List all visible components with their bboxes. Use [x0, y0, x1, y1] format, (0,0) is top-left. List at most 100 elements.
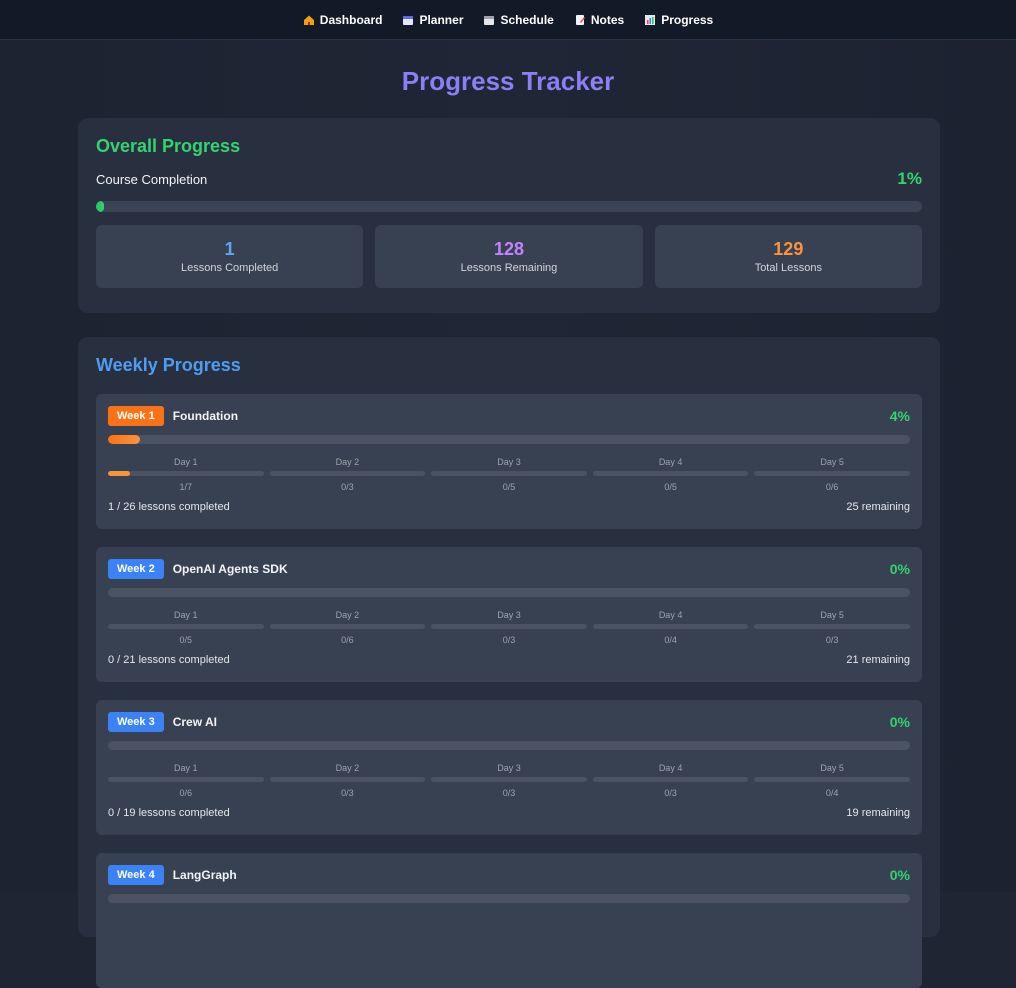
- nav-schedule[interactable]: Schedule: [483, 12, 554, 27]
- week-list: Week 1 Foundation 4% Day 1 1/7 Day 2 0/3 Day 3 0…: [96, 394, 922, 988]
- day-progress-bar: [431, 777, 587, 782]
- day-count: 0/3: [825, 635, 839, 645]
- week-remaining-text: 19 remaining: [846, 807, 910, 819]
- nav-schedule-label: Schedule: [500, 12, 554, 27]
- week-badge: Week 3: [108, 712, 164, 732]
- week-header: Week 2 OpenAI Agents SDK 0%: [108, 559, 910, 579]
- day-label: Day 2: [335, 610, 360, 620]
- day-list: Day 1 0/5 Day 2 0/6 Day 3 0/3 Day 4 0/4 Day 5 0/3: [108, 610, 910, 645]
- day-progress-bar: [108, 777, 264, 782]
- day-label: Day 4: [658, 763, 683, 773]
- nav-progress-label: Progress: [661, 12, 714, 27]
- week-percent: 0%: [889, 714, 910, 730]
- stat-value: 1: [224, 239, 235, 259]
- memo-icon: [574, 14, 586, 26]
- week-footer: 0 / 19 lessons completed 19 remaining: [108, 807, 910, 819]
- day-progress-bar: [592, 624, 749, 629]
- day-label: Day 3: [497, 610, 521, 620]
- day-count: 1/7: [179, 482, 193, 492]
- day-count: 0/5: [179, 635, 193, 645]
- week-header: Week 1 Foundation 4%: [108, 406, 910, 426]
- day-item: Day 5 0/4: [754, 763, 910, 798]
- course-completion-bar: [96, 201, 922, 212]
- day-count: 0/4: [664, 635, 677, 645]
- day-list: Day 1 1/7 Day 2 0/3 Day 3 0/5 Day 4 0/5 Day 5 0/6: [108, 457, 910, 492]
- day-label: Day 1: [174, 763, 198, 773]
- week-name: LangGraph: [172, 868, 237, 882]
- course-completion-bar-fill: [96, 201, 105, 212]
- week-name: OpenAI Agents SDK: [172, 562, 288, 576]
- day-progress-bar: [269, 471, 426, 476]
- week-card[interactable]: Week 3 Crew AI 0% Day 1 0/6 Day 2 0/3 Day 3 0/3 D…: [96, 700, 922, 835]
- day-label: Day 5: [820, 610, 844, 620]
- week-progress-bar: [108, 588, 910, 597]
- day-label: Day 3: [497, 763, 521, 773]
- stat-label: Lessons Completed: [181, 262, 279, 274]
- day-label: Day 5: [820, 763, 844, 773]
- week-header: Week 3 Crew AI 0%: [108, 712, 910, 732]
- day-label: Day 1: [174, 610, 198, 620]
- week-card[interactable]: Week 1 Foundation 4% Day 1 1/7 Day 2 0/3 Day 3 0…: [96, 394, 922, 529]
- calendar-icon: [402, 14, 414, 26]
- course-completion-label: Course Completion: [96, 171, 208, 187]
- stat-label: Total Lessons: [754, 262, 822, 274]
- nav-notes-label: Notes: [590, 12, 625, 27]
- day-label: Day 2: [335, 457, 360, 467]
- overall-progress-card: Overall Progress Course Completion 1% 1 …: [78, 118, 940, 313]
- stat-lessons-remaining: 128 Lessons Remaining: [375, 225, 643, 288]
- week-badge: Week 1: [108, 406, 164, 426]
- day-label: Day 5: [820, 457, 844, 467]
- week-card[interactable]: Week 4 LangGraph 0%: [96, 853, 922, 988]
- week-header: Week 4 LangGraph 0%: [108, 865, 910, 885]
- nav-progress[interactable]: Progress: [644, 13, 713, 27]
- nav-dashboard-label: Dashboard: [319, 12, 383, 27]
- week-completed-text: 0 / 21 lessons completed: [108, 654, 230, 666]
- day-list: Day 1 0/6 Day 2 0/3 Day 3 0/3 Day 4 0/3 Day 5 0/4: [108, 763, 910, 798]
- week-completed-text: 1 / 26 lessons completed: [108, 501, 230, 513]
- day-item: Day 3 0/3: [431, 763, 587, 798]
- bar-chart-icon: [644, 14, 656, 26]
- day-item: Day 1 1/7: [108, 457, 264, 492]
- stat-total-lessons: 129 Total Lessons: [654, 225, 922, 288]
- day-item: Day 4 0/3: [592, 763, 749, 798]
- nav-dashboard[interactable]: Dashboard: [303, 12, 383, 27]
- day-progress-bar: [754, 624, 910, 629]
- day-label: Day 1: [174, 457, 198, 467]
- week-card[interactable]: Week 2 OpenAI Agents SDK 0% Day 1 0/5 Day 2 0/…: [96, 547, 922, 682]
- day-count: 0/5: [664, 482, 677, 492]
- week-footer: 0 / 21 lessons completed 21 remaining: [108, 654, 910, 666]
- day-progress-bar-fill: [108, 471, 130, 476]
- week-remaining-text: 21 remaining: [846, 654, 910, 666]
- week-progress-bar-fill: [108, 435, 141, 444]
- stat-value: 128: [493, 239, 525, 259]
- top-navigation: Dashboard Planner Schedule Notes Progres…: [0, 0, 1016, 40]
- day-count: 0/3: [502, 635, 516, 645]
- week-progress-bar: [108, 741, 910, 750]
- nav-notes[interactable]: Notes: [574, 13, 624, 27]
- nav-planner-label: Planner: [419, 12, 464, 27]
- day-label: Day 4: [658, 457, 683, 467]
- day-progress-bar: [754, 471, 910, 476]
- house-icon: [303, 14, 315, 26]
- day-progress-bar: [431, 624, 587, 629]
- day-item: Day 4 0/4: [592, 610, 749, 645]
- day-label: Day 4: [658, 610, 683, 620]
- nav-planner[interactable]: Planner: [402, 13, 463, 27]
- day-item: Day 2 0/6: [269, 610, 426, 645]
- day-progress-bar: [431, 471, 587, 476]
- stat-lessons-completed: 1 Lessons Completed: [96, 225, 364, 288]
- day-progress-bar: [269, 624, 426, 629]
- day-count: 0/3: [502, 788, 516, 798]
- course-completion-percent: 1%: [897, 169, 922, 188]
- stat-value: 129: [773, 239, 804, 259]
- week-remaining-text: 25 remaining: [846, 501, 910, 513]
- week-badge: Week 4: [108, 865, 164, 885]
- stat-label: Lessons Remaining: [460, 262, 558, 274]
- day-count: 0/6: [825, 482, 839, 492]
- day-progress-bar: [108, 624, 264, 629]
- day-item: Day 2 0/3: [269, 457, 426, 492]
- day-progress-bar: [754, 777, 910, 782]
- day-count: 0/4: [825, 788, 839, 798]
- weekly-progress-title: Weekly Progress: [96, 355, 241, 375]
- day-item: Day 3 0/3: [431, 610, 587, 645]
